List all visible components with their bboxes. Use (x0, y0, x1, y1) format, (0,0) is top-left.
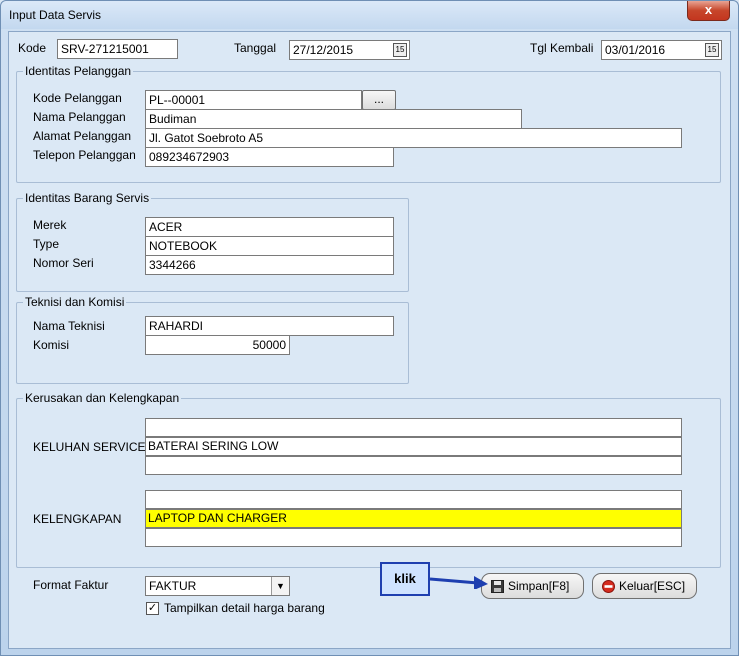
tanggal-label: Tanggal (234, 41, 277, 55)
exit-icon (602, 580, 615, 593)
kelengkapan-label: KELENGKAPAN (33, 512, 122, 526)
kerusakan-kelengkapan-group: Kerusakan dan Kelengkapan KELUHAN SERVIC… (16, 391, 721, 568)
browse-pelanggan-button[interactable]: ... (362, 90, 396, 110)
kelengkapan-memo-line[interactable] (145, 490, 682, 509)
klik-annotation: klik (380, 562, 430, 596)
group-title: Teknisi dan Komisi (23, 295, 127, 309)
detail-harga-checkbox[interactable]: ✓ (146, 602, 159, 615)
group-title: Kerusakan dan Kelengkapan (23, 391, 182, 405)
merek-field[interactable]: ACER (145, 217, 394, 237)
detail-harga-label: Tampilkan detail harga barang (164, 601, 325, 615)
checkmark-icon: ✓ (147, 602, 158, 614)
teknisi-komisi-group: Teknisi dan Komisi Nama Teknisi RAHARDI … (16, 295, 409, 384)
identitas-pelanggan-group: Identitas Pelanggan Kode Pelanggan PL--0… (16, 64, 721, 183)
kode-label: Kode (18, 41, 47, 55)
title-bar: Input Data Servis x (1, 1, 738, 29)
format-faktur-value: FAKTUR (149, 579, 197, 593)
calendar-icon[interactable]: 15 (705, 43, 719, 57)
close-icon: x (704, 2, 713, 17)
form-body: Kode SRV-271215001 Tanggal 27/12/2015 15… (8, 31, 731, 649)
nomor-seri-label: Nomor Seri (33, 256, 94, 270)
merek-label: Merek (33, 218, 67, 232)
calendar-icon[interactable]: 15 (393, 43, 407, 57)
keluhan-label: KELUHAN SERVICE (33, 440, 146, 454)
kelengkapan-memo-line[interactable] (145, 528, 682, 547)
komisi-field[interactable]: 50000 (145, 335, 290, 355)
telepon-pelanggan-field[interactable]: 089234672903 (145, 147, 394, 167)
input-servis-window: Input Data Servis x Kode SRV-271215001 T… (0, 0, 739, 656)
alamat-pelanggan-field[interactable]: Jl. Gatot Soebroto A5 (145, 128, 682, 148)
type-field[interactable]: NOTEBOOK (145, 236, 394, 256)
annotation-arrow-icon (430, 576, 488, 589)
dropdown-arrow-icon[interactable]: ▼ (271, 577, 289, 595)
nama-teknisi-label: Nama Teknisi (33, 319, 105, 333)
kode-pelanggan-label: Kode Pelanggan (33, 91, 122, 105)
tgl-kembali-value: 03/01/2016 (605, 43, 666, 57)
alamat-pelanggan-label: Alamat Pelanggan (33, 129, 132, 143)
nama-pelanggan-field[interactable]: Budiman (145, 109, 522, 129)
nomor-seri-field[interactable]: 3344266 (145, 255, 394, 275)
tgl-kembali-date-picker[interactable]: 03/01/2016 15 (601, 40, 722, 60)
type-label: Type (33, 237, 60, 251)
save-disk-icon (491, 580, 504, 593)
simpan-button[interactable]: Simpan[F8] (481, 573, 584, 599)
close-button[interactable]: x (687, 1, 730, 21)
format-faktur-select[interactable]: FAKTUR ▼ (145, 576, 290, 596)
format-faktur-label: Format Faktur (33, 578, 109, 592)
keluhan-memo-line[interactable] (145, 456, 682, 475)
nama-teknisi-field[interactable]: RAHARDI (145, 316, 394, 336)
nama-pelanggan-label: Nama Pelanggan (33, 110, 126, 124)
group-title: Identitas Pelanggan (23, 64, 134, 78)
keluar-label: Keluar[ESC] (619, 579, 686, 593)
keluhan-memo-line[interactable]: BATERAI SERING LOW (145, 437, 682, 456)
kelengkapan-memo-line[interactable]: LAPTOP DAN CHARGER (145, 509, 682, 528)
tanggal-date-picker[interactable]: 27/12/2015 15 (289, 40, 410, 60)
window-title: Input Data Servis (9, 8, 102, 22)
simpan-label: Simpan[F8] (508, 579, 570, 593)
identitas-barang-group: Identitas Barang Servis Merek ACER Type … (16, 191, 409, 292)
tgl-kembali-label: Tgl Kembali (530, 41, 594, 55)
group-title: Identitas Barang Servis (23, 191, 152, 205)
keluhan-memo-line[interactable] (145, 418, 682, 437)
kode-pelanggan-field[interactable]: PL--00001 (145, 90, 362, 110)
telepon-pelanggan-label: Telepon Pelanggan (33, 148, 136, 162)
komisi-label: Komisi (33, 338, 70, 352)
keluar-button[interactable]: Keluar[ESC] (592, 573, 697, 599)
tanggal-value: 27/12/2015 (293, 43, 354, 57)
kode-field[interactable]: SRV-271215001 (57, 39, 178, 59)
